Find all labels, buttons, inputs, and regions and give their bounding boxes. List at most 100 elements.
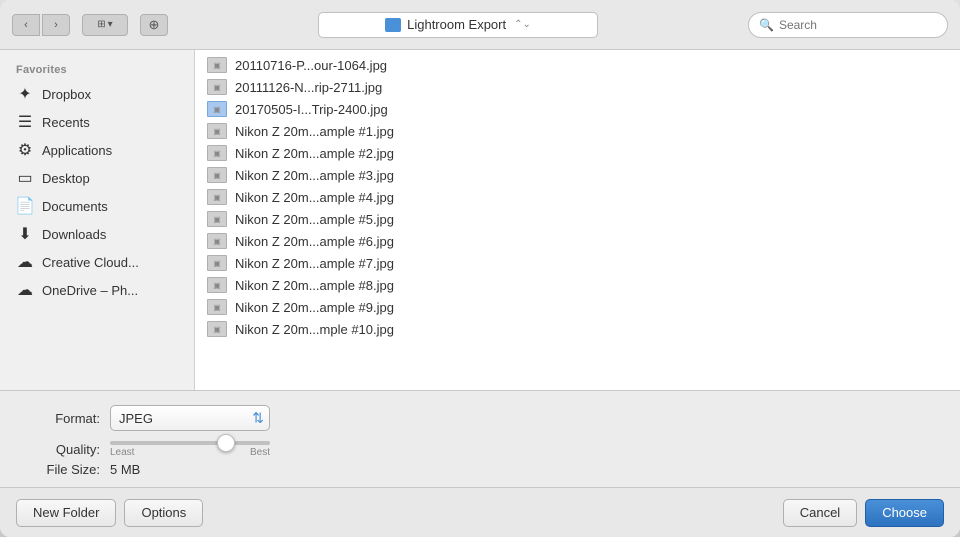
- file-name: Nikon Z 20m...ample #5.jpg: [235, 212, 394, 227]
- sidebar-item-applications[interactable]: ⚙ Applications: [0, 136, 194, 164]
- file-thumb-icon: ▣: [207, 101, 227, 117]
- file-name: Nikon Z 20m...ample #2.jpg: [235, 146, 394, 161]
- sidebar-label-downloads: Downloads: [42, 227, 106, 242]
- choose-button[interactable]: Choose: [865, 499, 944, 527]
- view-icon: ⊞: [97, 19, 105, 30]
- file-item[interactable]: ▣ Nikon Z 20m...ample #2.jpg: [195, 142, 960, 164]
- sidebar-section-title: Favorites: [0, 60, 194, 80]
- file-item[interactable]: ▣ Nikon Z 20m...ample #1.jpg: [195, 120, 960, 142]
- filesize-value: 5 MB: [110, 462, 140, 477]
- slider-container: Least Best: [110, 441, 270, 458]
- file-item[interactable]: ▣ 20170505-I...Trip-2400.jpg: [195, 98, 960, 120]
- file-item[interactable]: ▣ Nikon Z 20m...ample #3.jpg: [195, 164, 960, 186]
- filesize-row: File Size: 5 MB: [20, 462, 940, 477]
- file-item[interactable]: ▣ 20110716-P...our-1064.jpg: [195, 54, 960, 76]
- left-buttons: New Folder Options: [16, 499, 203, 527]
- file-item[interactable]: ▣ Nikon Z 20m...mple #10.jpg: [195, 318, 960, 340]
- view-button[interactable]: ⊞ ▾: [82, 14, 128, 36]
- right-buttons: Cancel Choose: [783, 499, 944, 527]
- view-arrow-icon: ▾: [108, 19, 113, 30]
- new-folder-button[interactable]: New Folder: [16, 499, 116, 527]
- new-folder-toolbar-button[interactable]: ⊕: [140, 14, 168, 36]
- format-row: Format: JPEG PNG TIFF ⇅: [20, 405, 940, 431]
- sidebar-item-creative-cloud[interactable]: ☁ Creative Cloud...: [0, 248, 194, 276]
- format-select[interactable]: JPEG PNG TIFF: [110, 405, 270, 431]
- dropbox-icon: ✦: [16, 85, 34, 103]
- file-item[interactable]: ▣20111126-N...rip-2711.jpg: [195, 76, 960, 98]
- sidebar-label-onedrive: OneDrive – Ph...: [42, 283, 138, 298]
- sidebar: Favorites ✦ Dropbox ☰ Recents ⚙ Applicat…: [0, 50, 195, 390]
- sidebar-item-dropbox[interactable]: ✦ Dropbox: [0, 80, 194, 108]
- file-name: Nikon Z 20m...ample #6.jpg: [235, 234, 394, 249]
- back-button[interactable]: ‹: [12, 14, 40, 36]
- forward-button[interactable]: ›: [42, 14, 70, 36]
- slider-max-label: Best: [250, 447, 270, 458]
- location-label: Lightroom Export: [407, 17, 506, 32]
- file-name: Nikon Z 20m...ample #8.jpg: [235, 278, 394, 293]
- cancel-button[interactable]: Cancel: [783, 499, 857, 527]
- sidebar-item-documents[interactable]: 📄 Documents: [0, 192, 194, 220]
- file-item[interactable]: ▣Nikon Z 20m...ample #6.jpg: [195, 230, 960, 252]
- sidebar-item-downloads[interactable]: ⬇ Downloads: [0, 220, 194, 248]
- format-label: Format:: [20, 411, 100, 426]
- sidebar-label-creative-cloud: Creative Cloud...: [42, 255, 139, 270]
- file-name: Nikon Z 20m...ample #9.jpg: [235, 300, 394, 315]
- file-thumb-icon: ▣: [207, 145, 227, 161]
- file-thumb-icon: ▣: [207, 167, 227, 183]
- file-name: Nikon Z 20m...ample #3.jpg: [235, 168, 394, 183]
- file-name: 20170505-I...Trip-2400.jpg: [235, 102, 388, 117]
- sidebar-label-documents: Documents: [42, 199, 108, 214]
- dialog: ‹ › ⊞ ▾ ⊕ Lightroom Export ⌃⌄ 🔍 Favorite…: [0, 0, 960, 537]
- file-thumb-icon: ▣: [207, 123, 227, 139]
- file-name: 20110716-P...our-1064.jpg: [235, 58, 387, 73]
- quality-label: Quality:: [20, 442, 100, 457]
- file-item[interactable]: ▣ Nikon Z 20m...ample #9.jpg: [195, 296, 960, 318]
- filesize-label: File Size:: [20, 462, 100, 477]
- search-box[interactable]: 🔍: [748, 12, 948, 38]
- file-thumb-icon: ▣: [207, 321, 227, 337]
- quality-slider[interactable]: [110, 441, 270, 445]
- file-name: Nikon Z 20m...ample #1.jpg: [235, 124, 394, 139]
- file-item[interactable]: ▣ Nikon Z 20m...ample #4.jpg: [195, 186, 960, 208]
- sidebar-label-dropbox: Dropbox: [42, 87, 91, 102]
- slider-min-label: Least: [110, 447, 134, 458]
- applications-icon: ⚙: [16, 141, 34, 159]
- file-thumb-icon: ▣: [207, 277, 227, 293]
- file-thumb-icon: ▣: [207, 299, 227, 315]
- recents-icon: ☰: [16, 113, 34, 131]
- file-name: Nikon Z 20m...mple #10.jpg: [235, 322, 394, 337]
- sidebar-item-onedrive[interactable]: ☁ OneDrive – Ph...: [0, 276, 194, 304]
- new-folder-icon: ⊕: [149, 17, 160, 33]
- options-panel: Format: JPEG PNG TIFF ⇅ Quality: Least B…: [0, 390, 960, 487]
- nav-buttons: ‹ ›: [12, 14, 70, 36]
- folder-icon: [385, 18, 401, 32]
- sidebar-label-desktop: Desktop: [42, 171, 90, 186]
- file-item[interactable]: ▣ Nikon Z 20m...ample #5.jpg: [195, 208, 960, 230]
- search-input[interactable]: [779, 18, 937, 32]
- file-thumb-icon: ▣: [207, 57, 227, 73]
- file-name: Nikon Z 20m...ample #7.jpg: [235, 256, 394, 271]
- quality-row: Quality: Least Best: [20, 441, 940, 458]
- file-list[interactable]: ▣ 20110716-P...our-1064.jpg ▣20111126-N...…: [195, 50, 960, 390]
- sidebar-label-recents: Recents: [42, 115, 90, 130]
- sidebar-label-applications: Applications: [42, 143, 112, 158]
- options-button[interactable]: Options: [124, 499, 203, 527]
- file-item[interactable]: ▣ Nikon Z 20m...ample #8.jpg: [195, 274, 960, 296]
- file-name: Nikon Z 20m...ample #4.jpg: [235, 190, 394, 205]
- search-icon: 🔍: [759, 18, 774, 32]
- onedrive-icon: ☁: [16, 281, 34, 299]
- file-thumb-icon: ▣: [207, 79, 227, 95]
- location-popup[interactable]: Lightroom Export ⌃⌄: [318, 12, 598, 38]
- slider-labels: Least Best: [110, 447, 270, 458]
- documents-icon: 📄: [16, 197, 34, 215]
- button-bar: New Folder Options Cancel Choose: [0, 487, 960, 537]
- file-item[interactable]: ▣Nikon Z 20m...ample #7.jpg: [195, 252, 960, 274]
- file-thumb-icon: ▣: [207, 211, 227, 227]
- file-thumb-icon: ▣: [207, 189, 227, 205]
- popup-arrow-icon: ⌃⌄: [514, 19, 531, 30]
- sidebar-item-desktop[interactable]: ▭ Desktop: [0, 164, 194, 192]
- format-select-wrapper[interactable]: JPEG PNG TIFF ⇅: [110, 405, 270, 431]
- sidebar-item-recents[interactable]: ☰ Recents: [0, 108, 194, 136]
- desktop-icon: ▭: [16, 169, 34, 187]
- creative-cloud-icon: ☁: [16, 253, 34, 271]
